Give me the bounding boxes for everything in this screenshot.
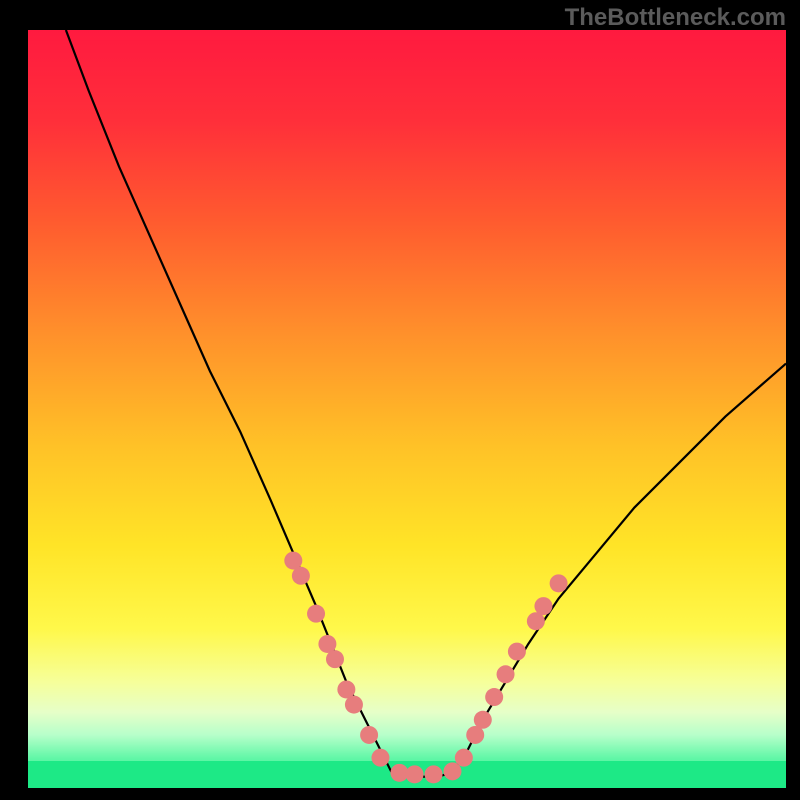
data-marker (534, 597, 552, 615)
data-marker (406, 765, 424, 783)
data-marker (508, 643, 526, 661)
watermark-text: TheBottleneck.com (565, 4, 786, 32)
data-marker (360, 726, 378, 744)
data-marker (425, 765, 443, 783)
data-marker (550, 574, 568, 592)
data-marker (292, 567, 310, 585)
data-marker (371, 749, 389, 767)
data-marker (345, 696, 363, 714)
data-marker (307, 605, 325, 623)
data-marker (485, 688, 503, 706)
chart-stage: TheBottleneck.com (0, 0, 800, 800)
curve-layer (28, 30, 786, 788)
data-marker (497, 665, 515, 683)
data-marker (455, 749, 473, 767)
data-marker (326, 650, 344, 668)
plot-area (28, 30, 786, 788)
marker-group (284, 552, 567, 784)
data-marker (474, 711, 492, 729)
bottleneck-curve (66, 30, 786, 777)
